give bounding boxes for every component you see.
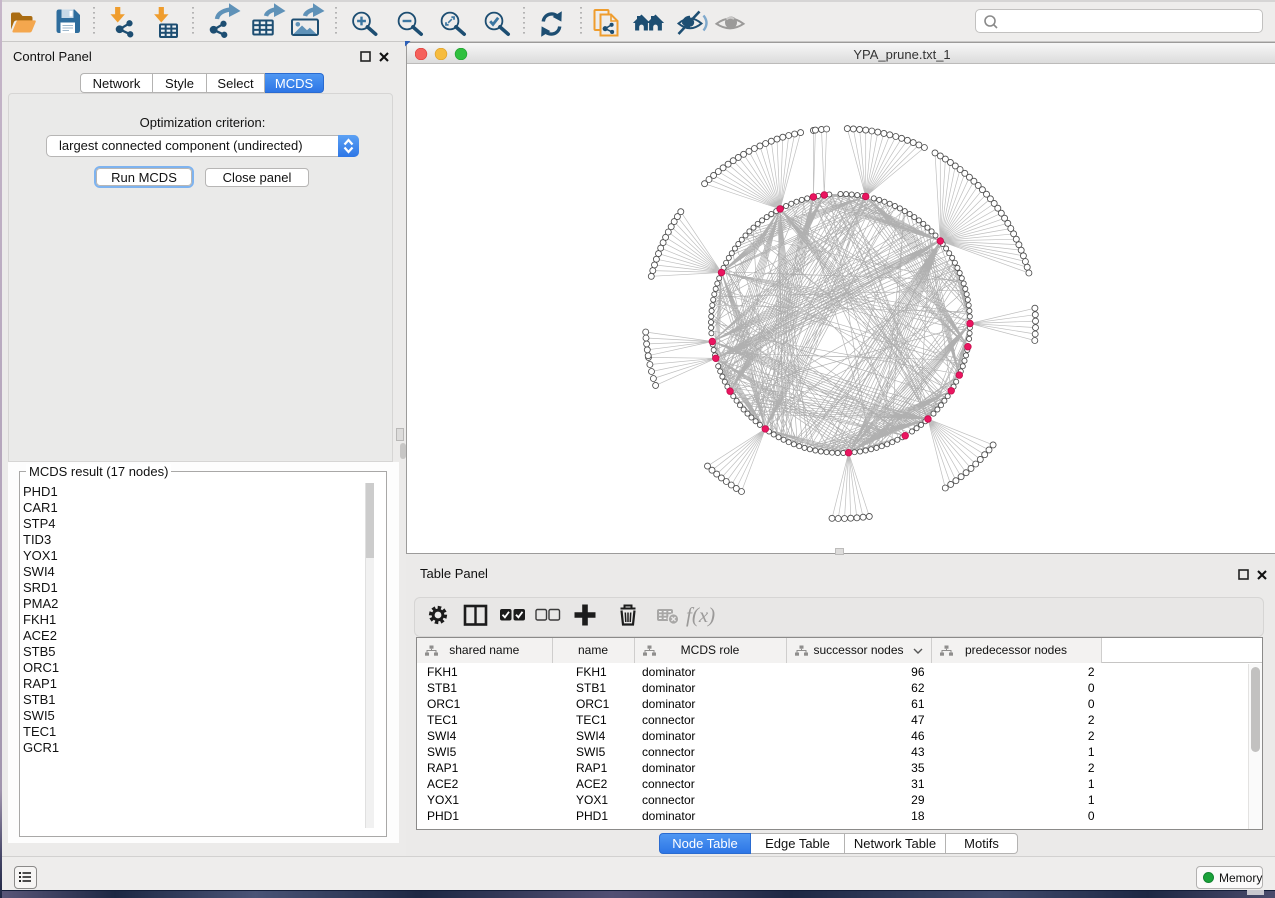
svg-text:f(x): f(x): [686, 603, 715, 627]
